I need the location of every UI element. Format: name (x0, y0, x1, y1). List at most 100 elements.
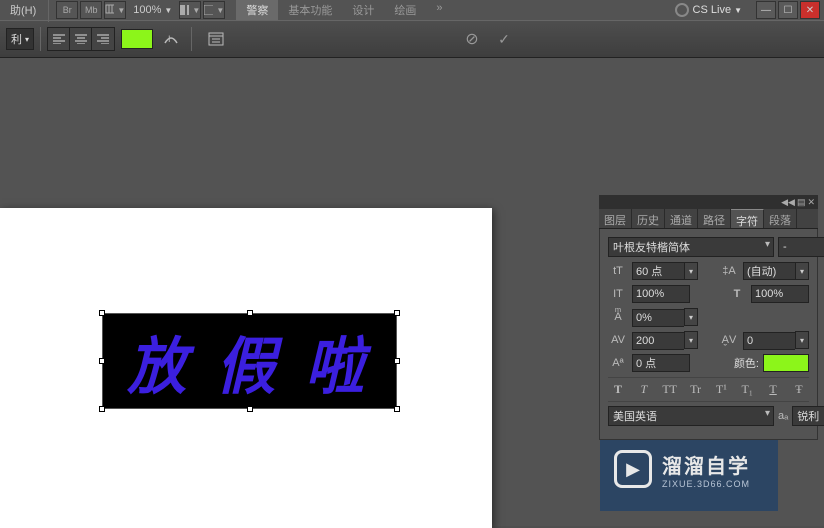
zoom-level[interactable]: 100%▼ (133, 4, 172, 16)
workspace-tab-0[interactable]: 警察 (236, 0, 278, 20)
text-layer[interactable]: 放 假 啦 (103, 314, 396, 408)
maximize-button[interactable]: ☐ (778, 1, 798, 19)
watermark-title: 溜溜自学 (662, 450, 750, 479)
baseline-shift-input[interactable] (632, 354, 690, 372)
handle-tm[interactable] (247, 310, 253, 316)
arrange-docs-button[interactable]: ▼ (179, 1, 201, 19)
kerning-input[interactable] (743, 332, 795, 350)
screen-mode-button[interactable]: ▼ (203, 1, 225, 19)
cs-live[interactable]: CS Live ▼ (667, 3, 750, 17)
watermark-play-icon (614, 450, 652, 488)
toggle-panels-button[interactable] (202, 27, 230, 51)
warp-text-button[interactable]: I (157, 27, 185, 51)
align-left-icon (53, 34, 65, 44)
align-left-button[interactable] (48, 28, 70, 50)
handle-bm[interactable] (247, 406, 253, 412)
document[interactable]: 放 假 啦 (0, 208, 492, 528)
font-family-select[interactable] (608, 237, 774, 257)
cancel-edit-button[interactable]: ⊘ (458, 27, 486, 51)
kerning-dropdown[interactable]: ▾ (795, 331, 809, 349)
menu-help[interactable]: 助(H) (4, 2, 42, 18)
minimize-button[interactable]: — (756, 1, 776, 19)
hscale-input[interactable] (751, 285, 809, 303)
divider (40, 27, 41, 51)
text-color-swatch[interactable] (121, 29, 153, 49)
close-button[interactable]: ✕ (800, 1, 820, 19)
underline-button[interactable]: T (763, 382, 783, 397)
language-select[interactable] (608, 406, 774, 426)
handle-tl[interactable] (99, 310, 105, 316)
panels-icon (208, 32, 224, 46)
panel-collapse-button[interactable]: ◀◀ (781, 197, 795, 208)
commit-edit-button[interactable]: ✓ (490, 27, 518, 51)
leading-dropdown[interactable]: ▾ (795, 262, 809, 280)
tab-layers[interactable]: 图层 (599, 209, 632, 228)
svg-text:I: I (168, 34, 171, 44)
antialias-select[interactable] (792, 406, 824, 426)
workspace-tab-3[interactable]: 绘画 (384, 0, 426, 20)
workspace-tabs: 警察 基本功能 设计 绘画 » (236, 0, 452, 20)
workspace-tab-2[interactable]: 设计 (342, 0, 384, 20)
text-content[interactable]: 放 假 啦 (127, 316, 371, 406)
bridge-button[interactable]: Br (56, 1, 78, 19)
panel-tabs: 图层 历史 通道 路径 字符 段落 (599, 209, 818, 229)
align-center-button[interactable] (70, 28, 92, 50)
panel-topbar: ◀◀ ▤ ✕ (599, 195, 818, 209)
font-style-select[interactable] (778, 237, 824, 257)
type-style-row: T T TT Tr T¹ T₁ T Ŧ (608, 377, 809, 402)
handle-bl[interactable] (99, 406, 105, 412)
font-size-input[interactable] (632, 262, 684, 280)
tracking-input[interactable] (632, 332, 684, 350)
text-color-swatch-panel[interactable] (763, 354, 809, 372)
chevron-down-icon: ▼ (734, 6, 742, 15)
faux-bold-button[interactable]: T (608, 382, 628, 397)
font-size-dropdown[interactable]: ▾ (684, 262, 698, 280)
tab-history[interactable]: 历史 (632, 209, 665, 228)
superscript-button[interactable]: T¹ (711, 382, 731, 397)
tracking-dropdown[interactable]: ▾ (684, 331, 698, 349)
vscale-input[interactable] (632, 285, 690, 303)
text-align-group (47, 27, 115, 51)
tab-paragraph[interactable]: 段落 (764, 209, 797, 228)
view-extras-button[interactable]: ▼ (104, 1, 126, 19)
cs-live-icon (675, 3, 689, 17)
align-right-icon (97, 34, 109, 44)
baseline-shift-icon: Aª (608, 354, 628, 372)
arrange-icon (180, 5, 189, 15)
tab-character[interactable]: 字符 (731, 209, 764, 228)
baseline-pct-dropdown[interactable]: ▾ (684, 308, 698, 326)
minibridge-button[interactable]: Mb (80, 1, 102, 19)
smallcaps-button[interactable]: Tr (686, 382, 706, 397)
baseline-pct-icon: Aͫ (608, 308, 628, 326)
antialias-mode-select[interactable]: 利▾ (6, 28, 34, 50)
faux-italic-button[interactable]: T (634, 382, 654, 397)
align-right-button[interactable] (92, 28, 114, 50)
handle-br[interactable] (394, 406, 400, 412)
tab-channels[interactable]: 通道 (665, 209, 698, 228)
font-size-icon: tT (608, 262, 628, 280)
panel-body: tT ▾ ‡A ▾ IT T Aͫ ▾ AV ▾ A̬V (599, 229, 818, 440)
panel-menu-button[interactable]: ▤ (797, 197, 806, 208)
grid-icon (105, 4, 114, 16)
canvas-area: 放 假 啦 ◀◀ ▤ ✕ 图层 历史 通道 路径 字符 段落 (0, 58, 824, 526)
handle-mr[interactable] (394, 358, 400, 364)
antialias-icon: aₐ (778, 407, 788, 425)
baseline-pct-input[interactable] (632, 309, 684, 327)
panel-close-button[interactable]: ✕ (807, 197, 815, 208)
handle-ml[interactable] (99, 358, 105, 364)
handle-tr[interactable] (394, 310, 400, 316)
subscript-button[interactable]: T₁ (737, 382, 757, 397)
vscale-icon: IT (608, 285, 628, 303)
divider (191, 27, 192, 51)
tab-paths[interactable]: 路径 (698, 209, 731, 228)
workspace-more[interactable]: » (426, 0, 452, 20)
hscale-icon: T (727, 285, 747, 303)
leading-input[interactable] (743, 262, 795, 280)
chevron-down-icon: ▼ (117, 6, 125, 15)
kerning-icon: A̬V (719, 331, 739, 349)
window-controls: — ☐ ✕ (754, 1, 820, 19)
workspace-tab-1[interactable]: 基本功能 (278, 0, 342, 20)
allcaps-button[interactable]: TT (660, 382, 680, 397)
options-bar: 利▾ I ⊘ ✓ (0, 20, 824, 58)
strikethrough-button[interactable]: Ŧ (789, 382, 809, 397)
